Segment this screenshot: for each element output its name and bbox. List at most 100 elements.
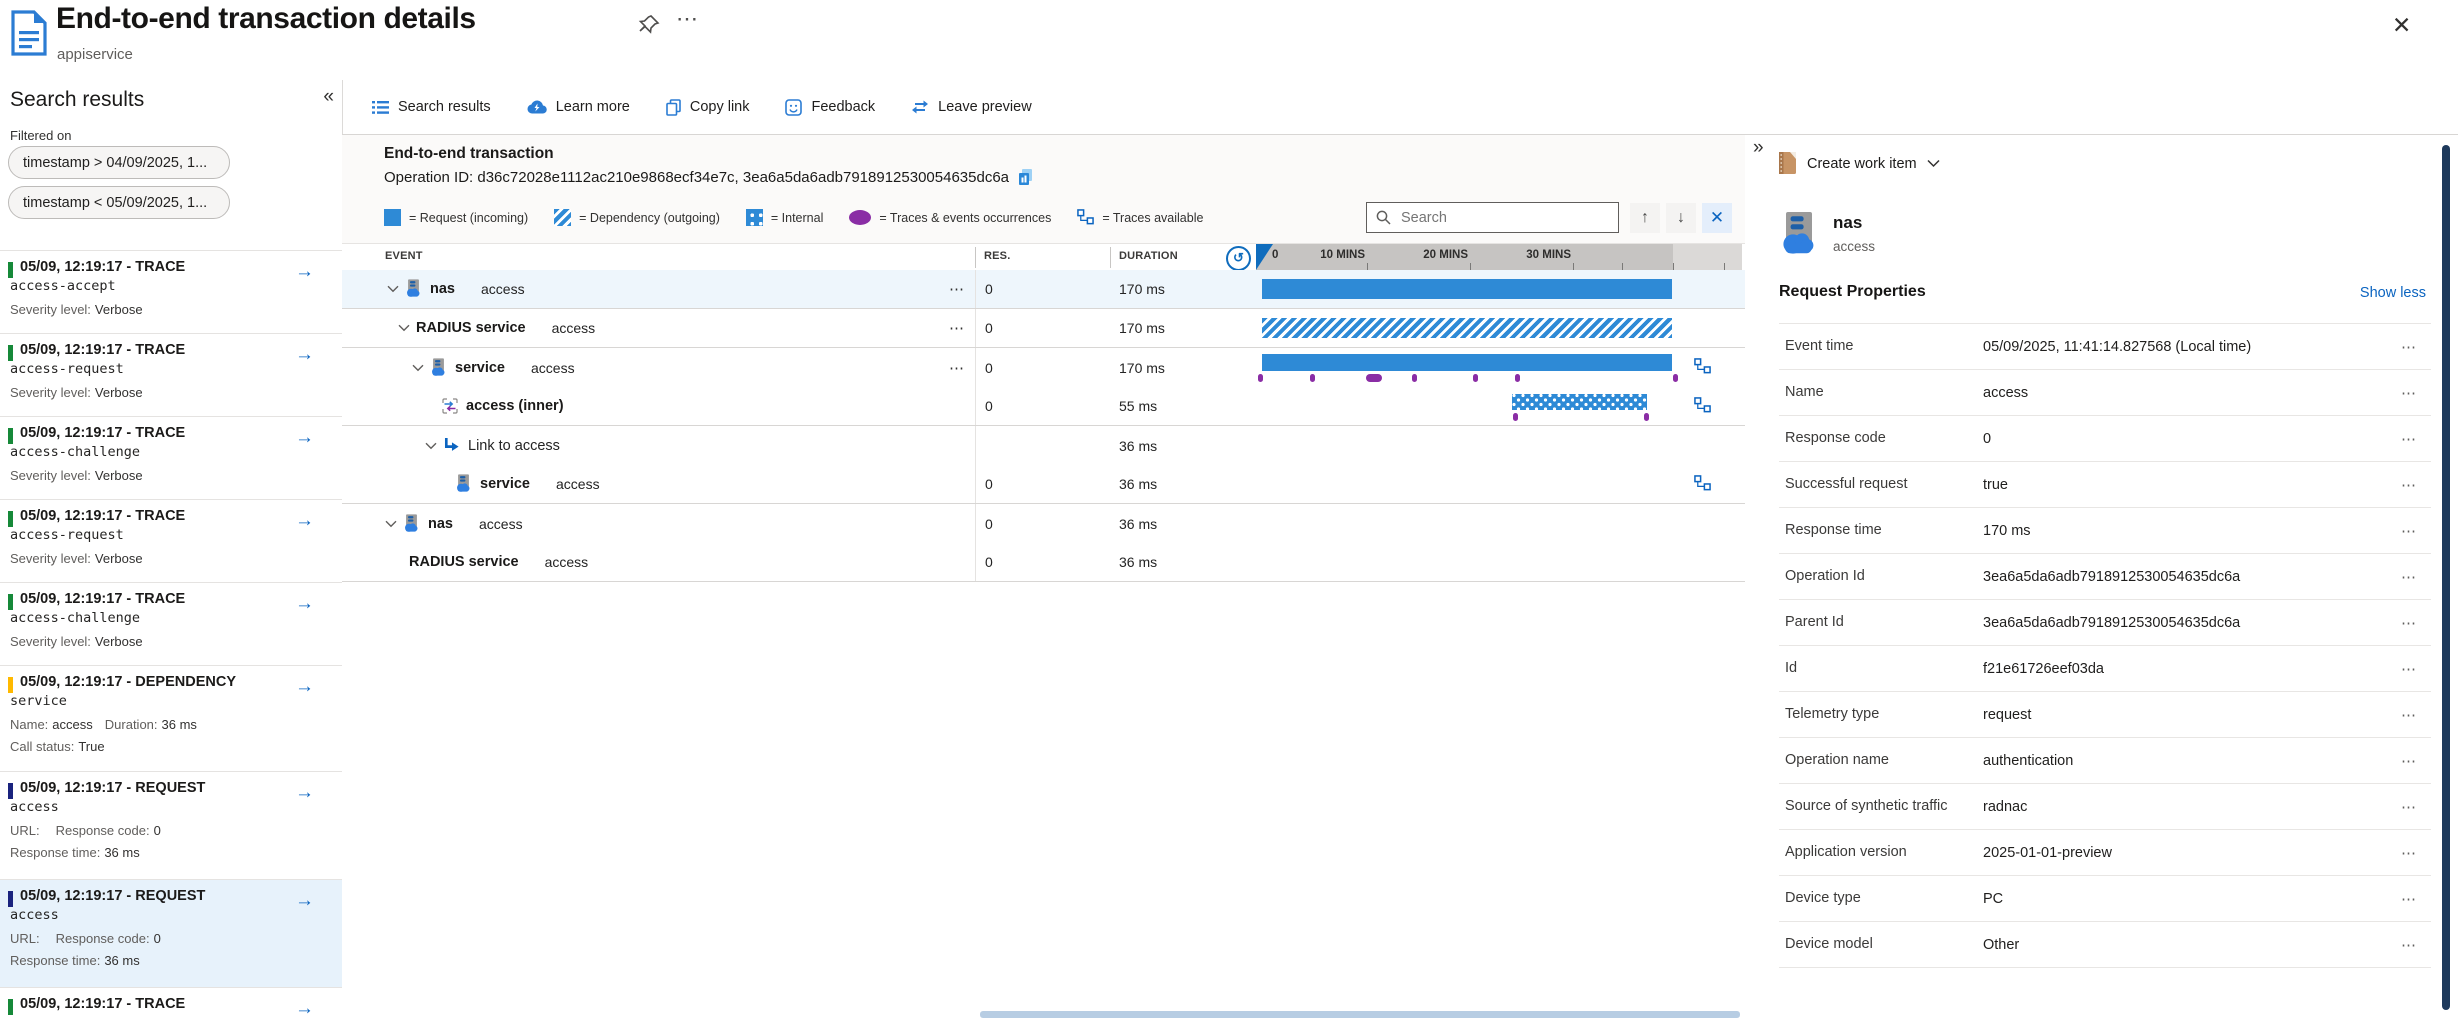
- traces-available-icon[interactable]: [1694, 358, 1711, 375]
- event-name: service: [455, 360, 505, 376]
- goto-arrow-icon[interactable]: →: [295, 676, 314, 698]
- search-result-item[interactable]: 05/09, 12:19:17 - TRACE access-challenge…: [0, 582, 342, 665]
- property-menu-icon[interactable]: ⋯: [2387, 752, 2431, 770]
- trace-occurrence-dot: [1310, 374, 1315, 382]
- toolbar-button-leave-preview[interactable]: Leave preview: [911, 99, 1032, 115]
- search-input[interactable]: [1399, 209, 1609, 227]
- property-menu-icon[interactable]: ⋯: [2387, 844, 2431, 862]
- legend-label: = Internal: [771, 211, 823, 225]
- expand-chevron-icon[interactable]: [398, 324, 410, 332]
- event-name: nas: [430, 281, 455, 297]
- timeline-axis[interactable]: 0 10 MINS 20 MINS 30 MINS: [1256, 244, 1742, 270]
- timeline-bar[interactable]: [1262, 354, 1672, 371]
- property-menu-icon[interactable]: ⋯: [2387, 798, 2431, 816]
- toolbar-button-copy-link[interactable]: Copy link: [666, 99, 750, 116]
- goto-arrow-icon[interactable]: →: [295, 890, 314, 912]
- timeline-start-marker: [1256, 244, 1273, 270]
- collapse-pane-icon[interactable]: «: [323, 86, 334, 108]
- goto-arrow-icon[interactable]: →: [295, 998, 314, 1020]
- expand-chevron-icon[interactable]: [385, 520, 397, 528]
- search-result-item[interactable]: 05/09, 12:19:17 - TRACE access-challenge…: [0, 416, 342, 499]
- search-result-item[interactable]: 05/09, 12:19:17 - TRACE access-request S…: [0, 499, 342, 582]
- section-title: Request Properties: [1779, 283, 1926, 301]
- goto-arrow-icon[interactable]: →: [295, 427, 314, 449]
- property-menu-icon[interactable]: ⋯: [2387, 338, 2431, 356]
- gantt-row[interactable]: RADIUS serviceaccess ⋯ 0 170 ms: [342, 309, 1745, 348]
- row-menu-icon[interactable]: ⋯: [940, 348, 974, 387]
- goto-arrow-icon[interactable]: →: [295, 261, 314, 283]
- property-label: Telemetry type: [1779, 705, 1983, 725]
- expand-chevron-icon[interactable]: [412, 364, 424, 372]
- row-menu-icon[interactable]: ⋯: [940, 309, 974, 347]
- expand-chevron-icon[interactable]: [387, 285, 399, 293]
- property-menu-icon[interactable]: ⋯: [2387, 568, 2431, 586]
- event-cell: serviceaccess: [342, 465, 975, 503]
- trace-occurrence-dot: [1412, 374, 1417, 382]
- gantt-row[interactable]: Link to access 36 ms: [342, 426, 1745, 465]
- gantt-row[interactable]: access (inner) 0 55 ms: [342, 387, 1745, 426]
- gantt-row[interactable]: nasaccess ⋯ 0 170 ms: [342, 270, 1745, 309]
- filter-chip-timestamp-gt[interactable]: timestamp > 04/09/2025, 1...: [8, 146, 230, 179]
- expand-chevron-icon[interactable]: [425, 442, 437, 450]
- find-next-button[interactable]: ↓: [1666, 203, 1696, 233]
- result-code-cell: 0: [975, 309, 1110, 347]
- legend-swatch-solid: [384, 209, 401, 226]
- gantt-row[interactable]: serviceaccess ⋯ 0 170 ms: [342, 348, 1745, 387]
- toolbar-button-label: Learn more: [556, 99, 630, 115]
- property-menu-icon[interactable]: ⋯: [2387, 476, 2431, 494]
- timeline-bar[interactable]: [1262, 318, 1672, 338]
- show-less-link[interactable]: Show less: [2360, 285, 2426, 301]
- close-icon[interactable]: ✕: [2392, 12, 2411, 39]
- toolbar-button-learn-more[interactable]: Learn more: [527, 99, 630, 115]
- expand-pane-icon[interactable]: »: [1753, 137, 1764, 159]
- timeline-bar[interactable]: [1262, 279, 1672, 299]
- search-result-item[interactable]: 05/09, 12:19:17 - TRACE access-request S…: [0, 333, 342, 416]
- property-menu-icon[interactable]: ⋯: [2387, 614, 2431, 632]
- copy-operation-id-icon[interactable]: [1017, 168, 1034, 186]
- property-menu-icon[interactable]: ⋯: [2387, 384, 2431, 402]
- property-value: PC: [1983, 891, 2387, 907]
- event-name: service: [480, 476, 530, 492]
- traces-available-icon[interactable]: [1694, 397, 1711, 414]
- event-name: RADIUS service: [409, 554, 519, 570]
- goto-arrow-icon[interactable]: →: [295, 782, 314, 804]
- toolbar-button-feedback[interactable]: Feedback: [785, 99, 875, 116]
- timeline-bar[interactable]: [1512, 394, 1647, 410]
- gantt-row[interactable]: RADIUS serviceaccess 0 36 ms: [342, 543, 1745, 582]
- gantt-row[interactable]: serviceaccess 0 36 ms: [342, 465, 1745, 504]
- result-title: 05/09, 12:19:17 - REQUEST: [20, 780, 332, 796]
- filter-chip-timestamp-lt[interactable]: timestamp < 05/09/2025, 1...: [8, 186, 230, 219]
- goto-arrow-icon[interactable]: →: [295, 593, 314, 615]
- reset-zoom-icon[interactable]: ↺: [1226, 246, 1251, 271]
- axis-tick-0: 0: [1272, 249, 1278, 261]
- server-icon: [403, 514, 420, 534]
- result-details: Severity level:Verbose: [10, 302, 332, 317]
- row-menu-icon[interactable]: ⋯: [940, 270, 974, 308]
- pin-icon[interactable]: [638, 14, 660, 36]
- search-result-item[interactable]: 05/09, 12:19:17 - REQUEST access URL:Res…: [0, 771, 342, 879]
- goto-arrow-icon[interactable]: →: [295, 344, 314, 366]
- vertical-scrollbar[interactable]: [2442, 145, 2450, 1010]
- property-menu-icon[interactable]: ⋯: [2387, 890, 2431, 908]
- property-menu-icon[interactable]: ⋯: [2387, 522, 2431, 540]
- search-result-item[interactable]: 05/09, 12:19:17 - DEPENDENCY service Nam…: [0, 665, 342, 771]
- find-previous-button[interactable]: ↑: [1630, 203, 1660, 233]
- property-menu-icon[interactable]: ⋯: [2387, 660, 2431, 678]
- horizontal-scrollbar[interactable]: [980, 1011, 1740, 1018]
- copy-icon: [666, 99, 681, 116]
- gantt-row[interactable]: nasaccess 0 36 ms: [342, 504, 1745, 543]
- property-menu-icon[interactable]: ⋯: [2387, 936, 2431, 954]
- toolbar-button-search-results[interactable]: Search results: [372, 99, 491, 115]
- clear-search-button[interactable]: ✕: [1702, 203, 1732, 233]
- property-menu-icon[interactable]: ⋯: [2387, 430, 2431, 448]
- property-menu-icon[interactable]: ⋯: [2387, 706, 2431, 724]
- traces-available-icon[interactable]: [1694, 475, 1711, 492]
- gantt-search-box[interactable]: [1366, 202, 1619, 233]
- search-result-item[interactable]: 05/09, 12:19:17 - TRACE →: [0, 987, 342, 1020]
- create-work-item-button[interactable]: Create work item: [1777, 151, 1940, 176]
- result-title: 05/09, 12:19:17 - TRACE: [20, 425, 332, 441]
- header-more-icon[interactable]: ⋯: [676, 6, 700, 32]
- search-result-item[interactable]: 05/09, 12:19:17 - TRACE access-accept Se…: [0, 250, 342, 333]
- goto-arrow-icon[interactable]: →: [295, 510, 314, 532]
- search-result-item[interactable]: 05/09, 12:19:17 - REQUEST access URL:Res…: [0, 879, 342, 987]
